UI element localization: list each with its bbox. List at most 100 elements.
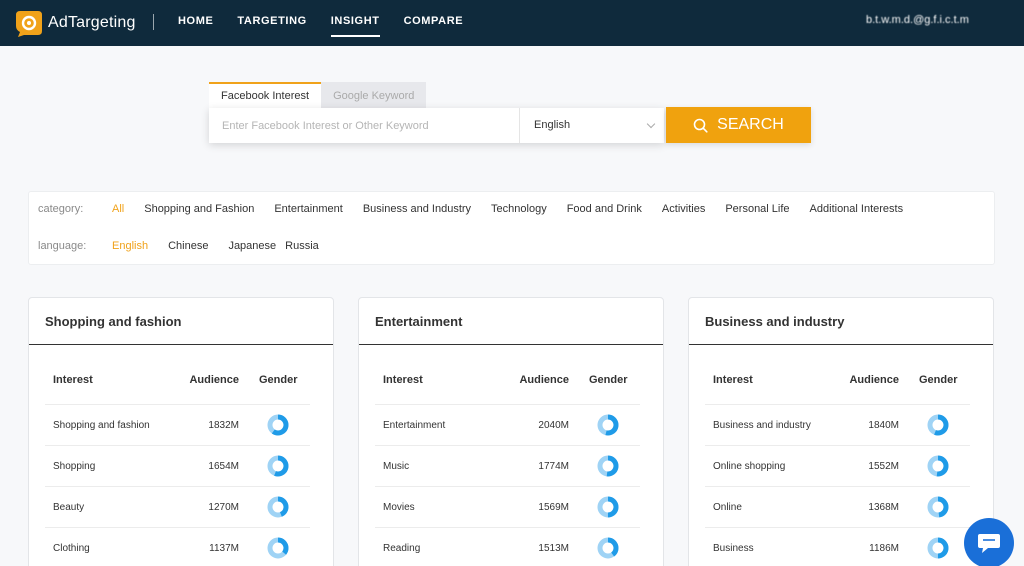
- nav-divider: [153, 14, 154, 30]
- interest-name[interactable]: Beauty: [53, 502, 84, 513]
- chat-icon: [978, 534, 1000, 553]
- category-chip-all[interactable]: All: [112, 203, 124, 215]
- chevron-down-icon: [646, 119, 656, 129]
- brand-logo[interactable]: AdTargeting: [14, 8, 136, 38]
- audience-value: 1569M: [538, 502, 569, 513]
- table-row[interactable]: Business and industry 1840M: [705, 405, 970, 446]
- interest-name[interactable]: Business and industry: [713, 420, 811, 431]
- audience-value: 2040M: [538, 420, 569, 431]
- interest-name[interactable]: Shopping and fashion: [53, 420, 150, 431]
- tab-google-keyword[interactable]: Google Keyword: [321, 82, 427, 108]
- search-tabs: Facebook Interest Google Keyword: [209, 82, 427, 108]
- table-row[interactable]: Clothing 1137M: [45, 528, 310, 566]
- category-chip-entertainment[interactable]: Entertainment: [274, 203, 342, 215]
- search-input[interactable]: [209, 108, 520, 143]
- audience-value: 1774M: [538, 461, 569, 472]
- table-row[interactable]: Beauty 1270M: [45, 487, 310, 528]
- gender-donut-icon: [597, 496, 619, 518]
- gender-donut-icon: [267, 537, 289, 559]
- interest-name[interactable]: Online: [713, 502, 742, 513]
- logo-icon: [16, 11, 42, 37]
- table-row[interactable]: Online shopping 1552M: [705, 446, 970, 487]
- nav-item-insight[interactable]: INSIGHT: [330, 0, 380, 46]
- audience-value: 1270M: [208, 502, 239, 513]
- language-chip-russia[interactable]: Russia: [285, 240, 319, 252]
- filter-panel: category: All Shopping and Fashion Enter…: [28, 191, 995, 265]
- category-chip-technology[interactable]: Technology: [491, 203, 547, 215]
- header-interest: Interest: [53, 374, 93, 386]
- audience-value: 1368M: [868, 502, 899, 513]
- interest-table: Interest Audience Gender Shopping and fa…: [45, 364, 310, 566]
- search-button[interactable]: SEARCH: [666, 107, 811, 143]
- language-filter-row: language: English Chinese Japanese Russi…: [38, 240, 339, 252]
- search-button-label: SEARCH: [717, 116, 784, 133]
- search-icon: [693, 118, 708, 133]
- header-gender: Gender: [259, 374, 298, 386]
- language-chip-japanese[interactable]: Japanese: [228, 240, 276, 252]
- category-card-shopping-fashion: Shopping and fashion Interest Audience G…: [28, 297, 334, 566]
- table-row[interactable]: Online 1368M: [705, 487, 970, 528]
- category-chip-food-drink[interactable]: Food and Drink: [567, 203, 642, 215]
- chat-button[interactable]: [964, 518, 1014, 566]
- card-divider: [359, 344, 663, 345]
- tab-facebook-interest[interactable]: Facebook Interest: [209, 82, 322, 108]
- table-row[interactable]: Entertainment 2040M: [375, 405, 640, 446]
- audience-value: 1552M: [868, 461, 899, 472]
- card-title: Business and industry: [705, 314, 845, 329]
- gender-donut-icon: [597, 455, 619, 477]
- table-row[interactable]: Shopping 1654M: [45, 446, 310, 487]
- main-nav: HOME TARGETING INSIGHT COMPARE: [178, 0, 487, 46]
- table-header: Interest Audience Gender: [705, 364, 970, 405]
- table-row[interactable]: Shopping and fashion 1832M: [45, 405, 310, 446]
- audience-value: 1513M: [538, 543, 569, 554]
- header-interest: Interest: [713, 374, 753, 386]
- gender-donut-icon: [927, 455, 949, 477]
- category-chip-additional-interests[interactable]: Additional Interests: [810, 203, 904, 215]
- card-title: Entertainment: [375, 314, 463, 329]
- language-chip-english[interactable]: English: [112, 240, 148, 252]
- category-chip-activities[interactable]: Activities: [662, 203, 705, 215]
- interest-name[interactable]: Music: [383, 461, 409, 472]
- table-row[interactable]: Reading 1513M: [375, 528, 640, 566]
- interest-name[interactable]: Online shopping: [713, 461, 785, 472]
- category-card-entertainment: Entertainment Interest Audience Gender E…: [358, 297, 664, 566]
- category-chip-shopping-fashion[interactable]: Shopping and Fashion: [144, 203, 254, 215]
- table-header: Interest Audience Gender: [375, 364, 640, 405]
- gender-donut-icon: [927, 496, 949, 518]
- audience-value: 1654M: [208, 461, 239, 472]
- category-chip-personal-life[interactable]: Personal Life: [725, 203, 789, 215]
- header-audience: Audience: [849, 374, 899, 386]
- table-row[interactable]: Music 1774M: [375, 446, 640, 487]
- audience-value: 1832M: [208, 420, 239, 431]
- interest-name[interactable]: Reading: [383, 543, 420, 554]
- interest-name[interactable]: Shopping: [53, 461, 95, 472]
- interest-table: Interest Audience Gender Business and in…: [705, 364, 970, 566]
- nav-item-home[interactable]: HOME: [178, 0, 213, 46]
- interest-name[interactable]: Movies: [383, 502, 415, 513]
- user-email[interactable]: b.t.w.m.d.@g.f.i.c.t.m: [866, 14, 969, 26]
- interest-name[interactable]: Entertainment: [383, 420, 445, 431]
- table-row[interactable]: Business 1186M: [705, 528, 970, 566]
- gender-donut-icon: [267, 496, 289, 518]
- interest-name[interactable]: Business: [713, 543, 754, 554]
- category-chip-business-industry[interactable]: Business and Industry: [363, 203, 471, 215]
- interest-name[interactable]: Clothing: [53, 543, 90, 554]
- language-select[interactable]: English: [521, 108, 664, 143]
- nav-item-targeting[interactable]: TARGETING: [237, 0, 306, 46]
- header-audience: Audience: [189, 374, 239, 386]
- nav-item-compare[interactable]: COMPARE: [404, 0, 464, 46]
- gender-donut-icon: [597, 414, 619, 436]
- category-label: category:: [38, 203, 84, 215]
- category-filter-row: category: All Shopping and Fashion Enter…: [38, 203, 923, 215]
- brand-name: AdTargeting: [48, 14, 136, 31]
- interest-table: Interest Audience Gender Entertainment 2…: [375, 364, 640, 566]
- card-divider: [689, 344, 993, 345]
- header-gender: Gender: [919, 374, 958, 386]
- table-row[interactable]: Movies 1569M: [375, 487, 640, 528]
- language-chip-chinese[interactable]: Chinese: [168, 240, 208, 252]
- language-select-value: English: [534, 119, 571, 131]
- card-title: Shopping and fashion: [45, 314, 182, 329]
- header-interest: Interest: [383, 374, 423, 386]
- header-gender: Gender: [589, 374, 628, 386]
- top-nav-bar: AdTargeting HOME TARGETING INSIGHT COMPA…: [0, 0, 1024, 46]
